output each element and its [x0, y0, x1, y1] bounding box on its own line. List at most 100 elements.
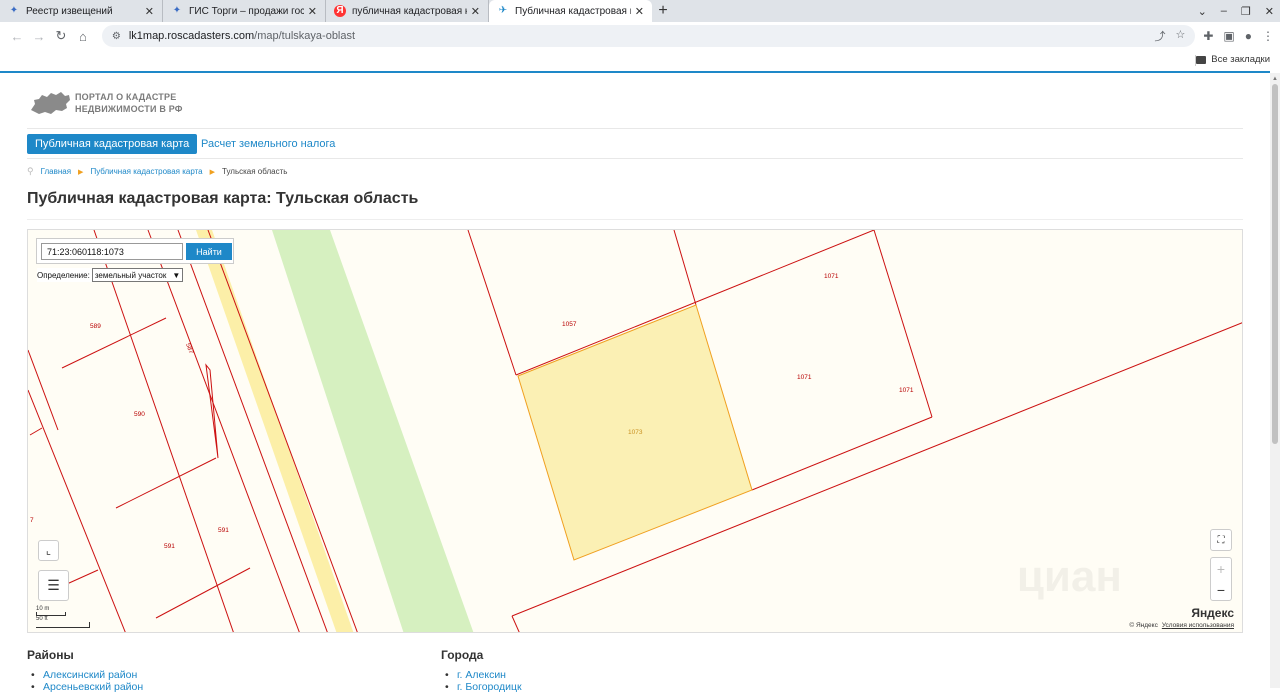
divider	[27, 219, 1243, 220]
share-icon[interactable]: ⤴	[1154, 28, 1165, 44]
tab-1[interactable]: ✦ ГИС Торги – продажи госуд ✕	[163, 0, 326, 22]
green-zone	[272, 230, 474, 632]
logo-line-1: ПОРТАЛ О КАДАСТРЕ	[75, 92, 177, 102]
tab-0[interactable]: ✦ Реестр извещений ✕	[0, 0, 163, 22]
zoom-in-icon[interactable]: +	[1217, 558, 1225, 580]
scale-bar-imperial	[36, 622, 90, 628]
cadastral-search-panel: Найти	[36, 238, 234, 264]
back-icon[interactable]: ←	[6, 29, 28, 44]
close-icon[interactable]: ✕	[308, 5, 317, 18]
new-tab-button[interactable]: +	[652, 0, 674, 22]
ruler-tool-button[interactable]: ⌞	[38, 540, 59, 561]
close-window-icon[interactable]: ✕	[1265, 5, 1274, 18]
tab-title: Публичная кадастровая ка	[515, 5, 631, 17]
scrollbar-thumb[interactable]	[1272, 84, 1278, 444]
russia-map-icon	[31, 92, 70, 114]
address-bar[interactable]: ⚙ lk1map.roscadasters.com/map/tulskaya-o…	[101, 25, 1196, 47]
breadcrumb-home[interactable]: Главная	[41, 167, 71, 176]
layers-icon: ☰	[47, 577, 60, 593]
list-item[interactable]: Арсеньевский район	[27, 681, 143, 693]
url-host: lk1map.roscadasters.com	[128, 30, 255, 42]
url-path: /map/tulskaya-oblast	[254, 30, 356, 42]
yandex-logo-text: Яндекс	[1191, 606, 1234, 620]
cities-title: Города	[441, 648, 484, 662]
logo-text: ПОРТАЛ О КАДАСТРЕ НЕДВИЖИМОСТИ В РФ	[75, 91, 183, 115]
cadastral-map[interactable]: 589 590 591 591 587 1057 1071 1071 1071 …	[27, 229, 1243, 633]
menu-icon[interactable]: ⋮	[1262, 29, 1274, 43]
list-item[interactable]: г. Богородицк	[441, 681, 522, 693]
definition-select[interactable]: земельный участок ▼	[91, 268, 184, 282]
breadcrumb-arrow-icon: ▶	[209, 168, 216, 176]
yandex-logo[interactable]: Яндекс	[1191, 606, 1234, 620]
cadastral-number-input[interactable]	[41, 243, 183, 260]
tab-title: публичная кадастровая кар	[352, 5, 467, 17]
all-bookmarks-label: Все закладки	[1211, 54, 1270, 65]
tab-title: Реестр извещений	[26, 5, 113, 17]
extensions-icon[interactable]: ✚	[1203, 29, 1213, 43]
list-item[interactable]: г. Алексин	[441, 669, 522, 681]
site-logo[interactable]: ПОРТАЛ О КАДАСТРЕ НЕДВИЖИМОСТИ В РФ	[29, 90, 183, 116]
parcel-label-selected: 1073	[628, 429, 643, 436]
fullscreen-button[interactable]: ⛶	[1210, 529, 1232, 551]
scroll-up-arrow-icon[interactable]: ▲	[1272, 76, 1278, 82]
find-button[interactable]: Найти	[186, 243, 232, 260]
reload-icon[interactable]: ↻	[50, 28, 72, 44]
definition-panel: Определение: земельный участок ▼	[37, 268, 184, 282]
districts-title: Районы	[27, 648, 74, 662]
page-title: Публичная кадастровая карта: Тульская об…	[27, 190, 419, 207]
bookmarks-bar: Все закладки	[0, 50, 1280, 70]
tab-3-active[interactable]: ✈ Публичная кадастровая ка ✕	[489, 0, 652, 22]
parcel-label: 591	[164, 543, 175, 550]
menu-item-land-tax[interactable]: Расчет земельного налога	[193, 134, 343, 154]
close-icon[interactable]: ✕	[145, 5, 154, 18]
close-icon[interactable]: ✕	[471, 5, 480, 18]
eagle-icon: ✦	[9, 5, 19, 16]
ruler-icon: ⌞	[45, 545, 52, 557]
parcel-label: 590	[134, 411, 145, 418]
minimize-icon[interactable]: –	[1221, 5, 1227, 17]
forward-icon[interactable]: →	[28, 29, 50, 44]
logo-line-2: НЕДВИЖИМОСТИ В РФ	[75, 104, 183, 114]
bookmark-star-icon[interactable]: ☆	[1175, 28, 1185, 44]
parcel-label: 1071	[824, 273, 839, 280]
zoom-control: + −	[1210, 557, 1232, 601]
layers-button[interactable]: ☰	[38, 570, 69, 601]
fullscreen-icon: ⛶	[1217, 534, 1225, 546]
parcel-label: 1071	[899, 387, 914, 394]
breadcrumb-arrow-icon: ▶	[78, 168, 84, 176]
map-icon: ✈	[498, 5, 508, 16]
terms-link[interactable]: Условия использования	[1162, 622, 1234, 629]
tab-2[interactable]: Я публичная кадастровая кар ✕	[326, 0, 489, 22]
parcel-label: 587	[184, 342, 194, 355]
header-accent-line	[0, 71, 1270, 73]
restore-icon[interactable]: ❐	[1241, 5, 1251, 18]
parcel-label: 1057	[562, 321, 577, 328]
breadcrumb-section[interactable]: Публичная кадастровая карта	[90, 167, 202, 176]
close-icon[interactable]: ✕	[635, 5, 644, 18]
parcel-label: 7	[30, 517, 34, 524]
parcel-label: 589	[90, 323, 101, 330]
definition-value: земельный участок	[94, 270, 167, 280]
yandex-icon: Я	[334, 5, 346, 17]
breadcrumb-current: Тульская область	[222, 167, 288, 176]
all-bookmarks-button[interactable]: Все закладки	[1196, 54, 1270, 65]
profile-icon[interactable]: ●	[1245, 29, 1252, 43]
main-menu: Публичная кадастровая карта Расчет земел…	[27, 128, 1243, 159]
window-controls: ⌄ – ❐ ✕	[1198, 0, 1274, 22]
cities-list: г. Алексин г. Богородицк	[441, 669, 522, 693]
menu-item-cadastral-map[interactable]: Публичная кадастровая карта	[27, 134, 198, 154]
districts-list: Алексинский район Арсеньевский район	[27, 669, 143, 693]
site-info-icon[interactable]: ⚙	[112, 31, 121, 42]
home-icon[interactable]: ⌂	[72, 29, 94, 44]
breadcrumb: ⚲ Главная ▶ Публичная кадастровая карта …	[27, 166, 287, 177]
eagle-icon: ✦	[172, 5, 182, 16]
browser-toolbar: ← → ↻ ⌂ ⚙ lk1map.roscadasters.com/map/tu…	[0, 22, 1280, 50]
list-item[interactable]: Алексинский район	[27, 669, 143, 681]
map-attribution: © Яндекс Условия использования	[1129, 622, 1234, 629]
tab-search-icon[interactable]: ⌄	[1198, 5, 1207, 18]
zoom-out-icon[interactable]: −	[1217, 580, 1225, 600]
copyright: © Яндекс	[1129, 622, 1158, 629]
tab-title: ГИС Торги – продажи госуд	[189, 5, 304, 17]
parcel-label: 1071	[797, 374, 812, 381]
side-panel-icon[interactable]: ▣	[1223, 29, 1234, 43]
